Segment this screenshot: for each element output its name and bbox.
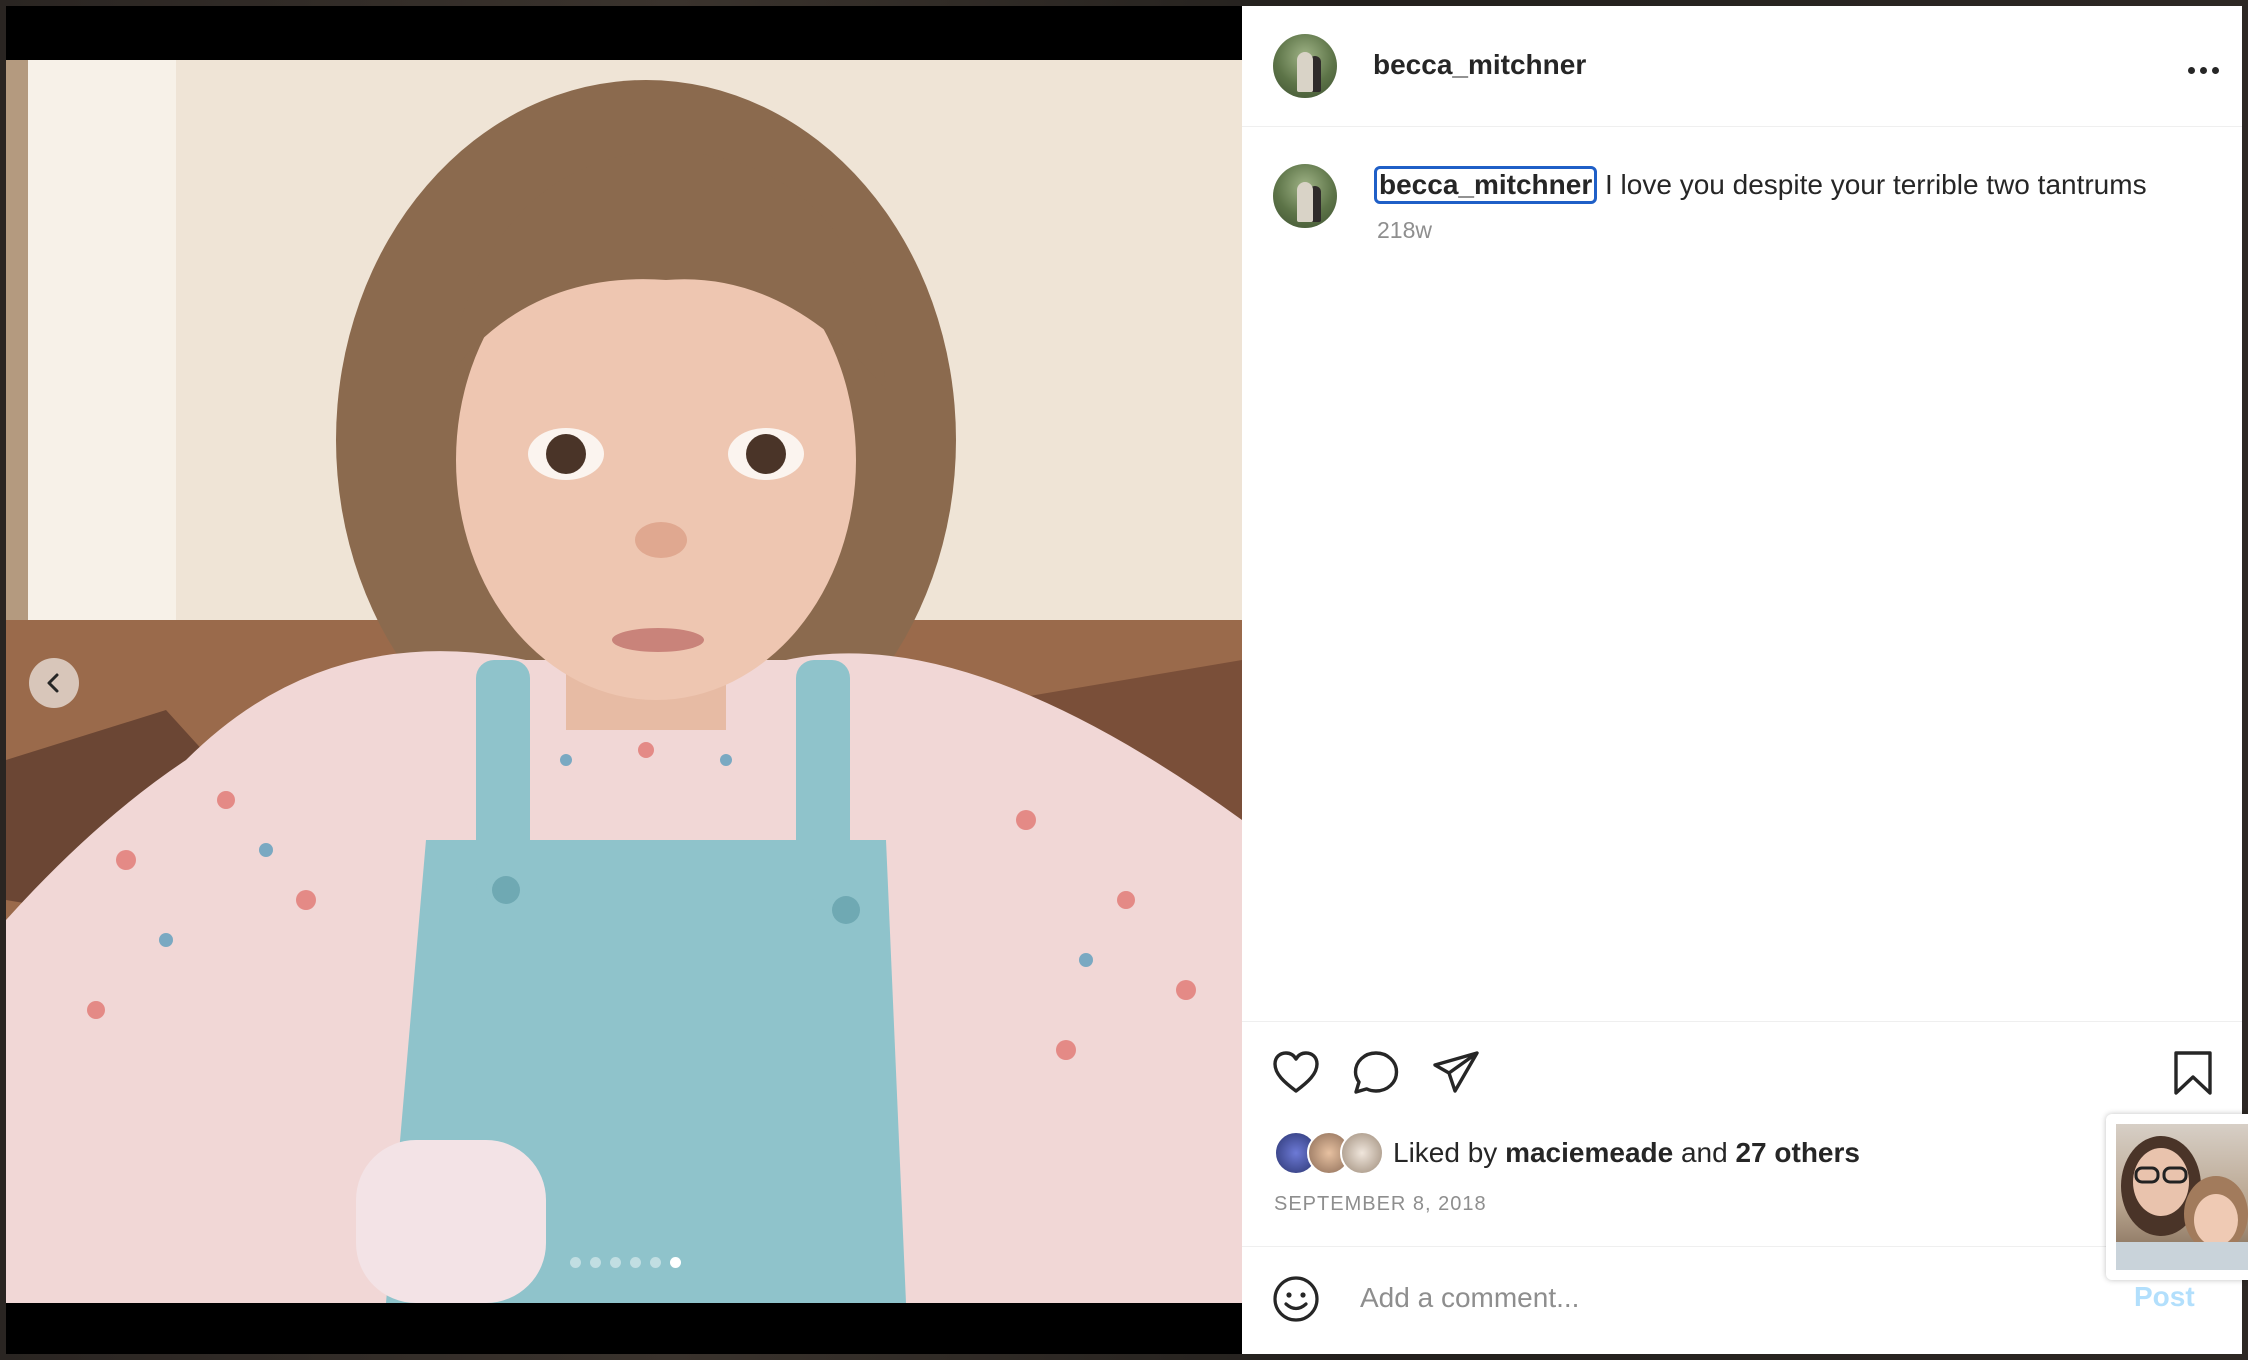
more-options-icon	[2199, 66, 2207, 74]
author-avatar[interactable]	[1273, 34, 1337, 98]
more-options-button[interactable]	[2180, 50, 2226, 90]
carousel-dot	[630, 1257, 641, 1268]
caption-text: I love you despite your terrible two tan…	[1597, 169, 2147, 200]
previous-slide-button[interactable]	[29, 658, 79, 708]
post-media	[6, 6, 1242, 1354]
likes-others-link[interactable]: 27 others	[1735, 1137, 1860, 1168]
more-options-icon	[2187, 66, 2195, 74]
post-photo[interactable]	[6, 60, 1242, 1303]
picture-in-picture-thumbnail[interactable]	[2106, 1114, 2248, 1280]
share-button[interactable]	[1432, 1050, 1480, 1099]
caption-avatar[interactable]	[1273, 164, 1337, 228]
likes-prefix: Liked by	[1393, 1137, 1506, 1168]
caption-line: becca_mitchner I love you despite your t…	[1374, 166, 2147, 204]
likes-user-link[interactable]: maciemeade	[1505, 1137, 1673, 1168]
post-comment-button[interactable]: Post	[2134, 1281, 2195, 1313]
carousel-dot	[590, 1257, 601, 1268]
emoji-icon	[1273, 1276, 1319, 1322]
like-button[interactable]	[1272, 1050, 1320, 1099]
post-details-panel: becca_mitchner becca_mitchner I love you…	[1242, 6, 2242, 1354]
more-options-icon	[2211, 66, 2219, 74]
comment-icon	[1353, 1051, 1399, 1094]
carousel-dot	[570, 1257, 581, 1268]
heart-icon	[1273, 1051, 1319, 1093]
comment-composer: Post	[1242, 1246, 2242, 1355]
chevron-left-icon	[47, 673, 59, 693]
save-button[interactable]	[2172, 1050, 2214, 1101]
author-username[interactable]: becca_mitchner	[1373, 49, 1586, 81]
carousel-dot	[650, 1257, 661, 1268]
emoji-button[interactable]	[1272, 1275, 1320, 1328]
likes-text[interactable]: Liked by maciemeade and 27 others	[1393, 1137, 1860, 1169]
comment-input[interactable]	[1358, 1277, 2042, 1319]
post-date[interactable]: SEPTEMBER 8, 2018	[1274, 1193, 1487, 1216]
liker-avatar	[1340, 1131, 1384, 1175]
bookmark-icon	[2174, 1051, 2212, 1095]
post-header: becca_mitchner	[1242, 6, 2242, 127]
carousel-dot	[610, 1257, 621, 1268]
share-icon	[1433, 1051, 1479, 1093]
likes-summary: Liked by maciemeade and 27 others	[1274, 1131, 1860, 1175]
pip-image	[2116, 1124, 2248, 1270]
pip-illustration	[2116, 1136, 2248, 1270]
carousel-dot-active	[670, 1257, 681, 1268]
photo-illustration	[6, 60, 1242, 1303]
caption-time-ago[interactable]: 218w	[1377, 217, 1432, 244]
carousel-indicator	[570, 1257, 681, 1268]
likes-and: and	[1673, 1137, 1736, 1168]
post-modal: becca_mitchner becca_mitchner I love you…	[6, 6, 2248, 1354]
post-actions	[1242, 1021, 2242, 1095]
comment-button[interactable]	[1352, 1050, 1400, 1101]
caption-username-link[interactable]: becca_mitchner	[1374, 166, 1598, 204]
